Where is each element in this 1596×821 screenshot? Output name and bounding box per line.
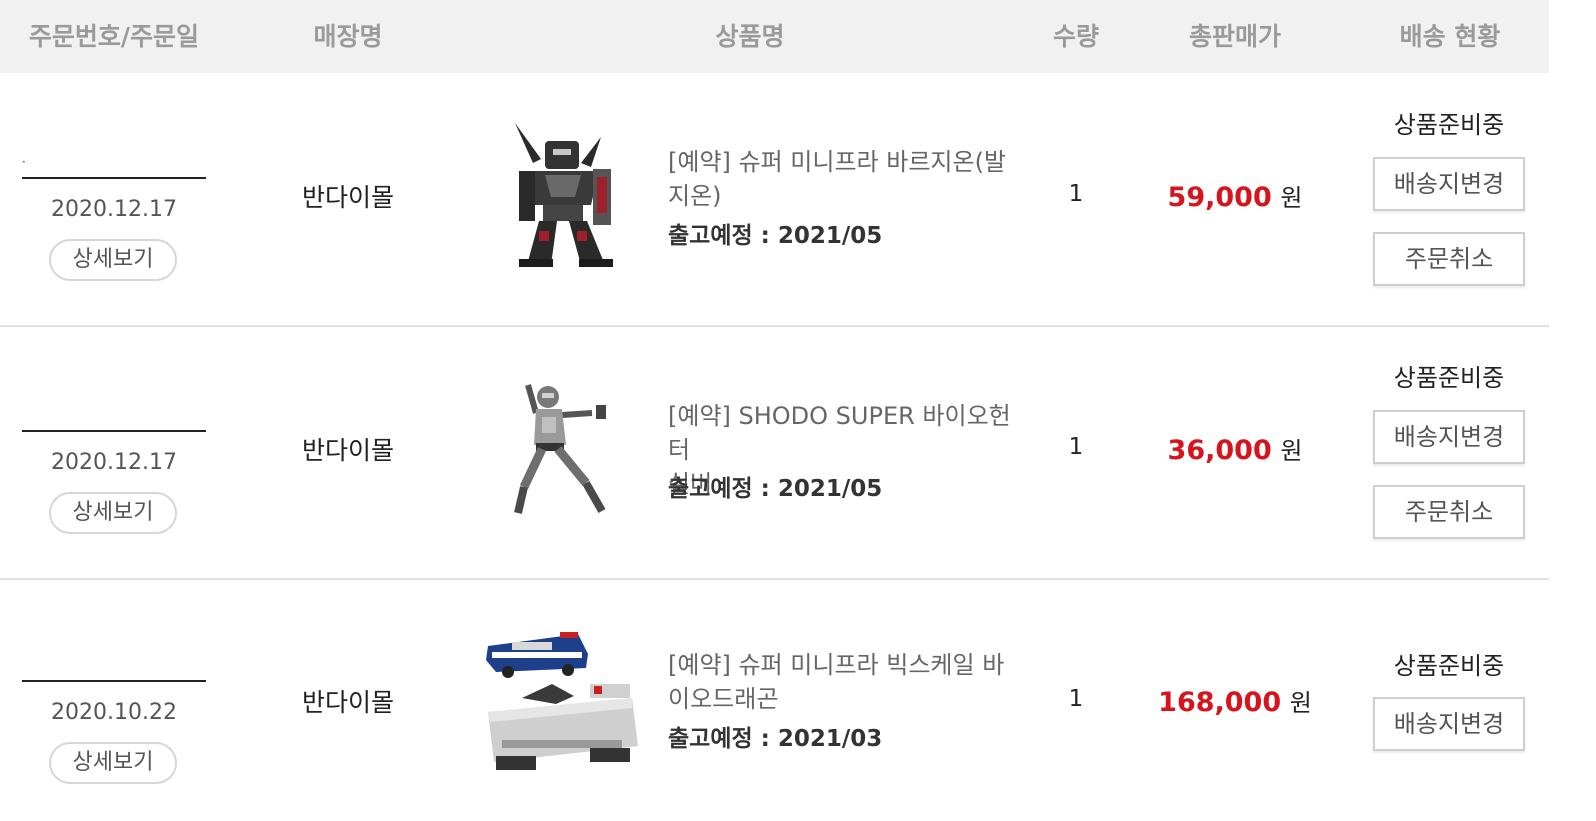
order-number: · — [22, 155, 26, 169]
header-store: 매장명 — [313, 22, 383, 51]
store-name: 반다이몰 — [301, 688, 394, 717]
change-address-button[interactable]: 배송지변경 — [1373, 697, 1525, 751]
order-row: 2020.12.17 상세보기 반다이몰 [예약] SHODO SUPER 바이… — [0, 327, 1549, 580]
quantity: 1 — [1068, 434, 1084, 460]
page-scrollbar-area[interactable] — [1549, 0, 1596, 821]
price-value: 36,000 — [1167, 435, 1272, 466]
view-details-button[interactable]: 상세보기 — [49, 239, 177, 281]
order-date: 2020.10.22 — [51, 700, 177, 725]
order-date: 2020.12.17 — [51, 197, 177, 222]
table-header: 주문번호/주문일 매장명 상품명 수량 총판매가 배송 현황 — [0, 0, 1549, 73]
product-name-line: 지온) — [668, 182, 722, 210]
product-name[interactable]: [예약] 슈퍼 미니프라 빅스케일 바 이오드래곤 — [668, 648, 1023, 716]
delivery-status: 상품준비중 — [1393, 364, 1505, 392]
total-price: 36,000 원 — [1140, 431, 1330, 466]
product-name-line: 이오드래곤 — [668, 685, 779, 713]
delivery-status: 상품준비중 — [1393, 111, 1505, 139]
change-address-button[interactable]: 배송지변경 — [1373, 410, 1525, 464]
header-quantity: 수량 — [1052, 22, 1099, 51]
product-name[interactable]: [예약] 슈퍼 미니프라 바르지온(발 지온) — [668, 145, 1023, 213]
total-price: 59,000 원 — [1140, 178, 1330, 213]
header-total-price: 총판매가 — [1188, 22, 1281, 51]
cancel-order-button[interactable]: 주문취소 — [1373, 232, 1525, 286]
product-name-line: [예약] 슈퍼 미니프라 바르지온(발 — [668, 148, 1007, 176]
store-name: 반다이몰 — [301, 436, 394, 465]
price-currency: 원 — [1280, 184, 1303, 212]
quantity: 1 — [1068, 181, 1084, 207]
price-value: 168,000 — [1158, 687, 1282, 718]
view-details-button[interactable]: 상세보기 — [49, 492, 177, 534]
release-date: 출고예정 : 2021/05 — [668, 476, 883, 502]
product-name-line: [예약] 슈퍼 미니프라 빅스케일 바 — [668, 651, 1005, 679]
delivery-status: 상품준비중 — [1393, 652, 1505, 680]
order-number-underline — [22, 430, 206, 432]
product-image-vehicle[interactable] — [482, 628, 640, 778]
product-image-robot[interactable] — [505, 119, 623, 269]
store-name: 반다이몰 — [301, 183, 394, 212]
total-price: 168,000 원 — [1140, 683, 1330, 718]
price-currency: 원 — [1280, 437, 1303, 465]
release-date: 출고예정 : 2021/03 — [668, 726, 883, 752]
cancel-order-button[interactable]: 주문취소 — [1373, 485, 1525, 539]
price-currency: 원 — [1289, 689, 1312, 717]
order-number-underline — [22, 680, 206, 682]
header-product: 상품명 — [715, 22, 785, 51]
view-details-button[interactable]: 상세보기 — [49, 742, 177, 784]
order-number-underline — [22, 177, 206, 179]
quantity: 1 — [1068, 686, 1084, 712]
order-row: · 2020.12.17 상세보기 반다이몰 [예약] 슈퍼 미니프라 바르지온… — [0, 73, 1549, 327]
change-address-button[interactable]: 배송지변경 — [1373, 157, 1525, 211]
product-image-hero[interactable] — [510, 383, 610, 519]
price-value: 59,000 — [1167, 182, 1272, 213]
header-order-number-date: 주문번호/주문일 — [28, 22, 200, 51]
header-delivery-status: 배송 현황 — [1399, 22, 1501, 51]
order-row: 2020.10.22 상세보기 반다이몰 [예약] 슈퍼 미니프라 빅스케일 바… — [0, 580, 1549, 821]
release-date: 출고예정 : 2021/05 — [668, 223, 883, 249]
order-date: 2020.12.17 — [51, 450, 177, 475]
product-name-line: [예약] SHODO SUPER 바이오헌터 — [668, 402, 1011, 464]
